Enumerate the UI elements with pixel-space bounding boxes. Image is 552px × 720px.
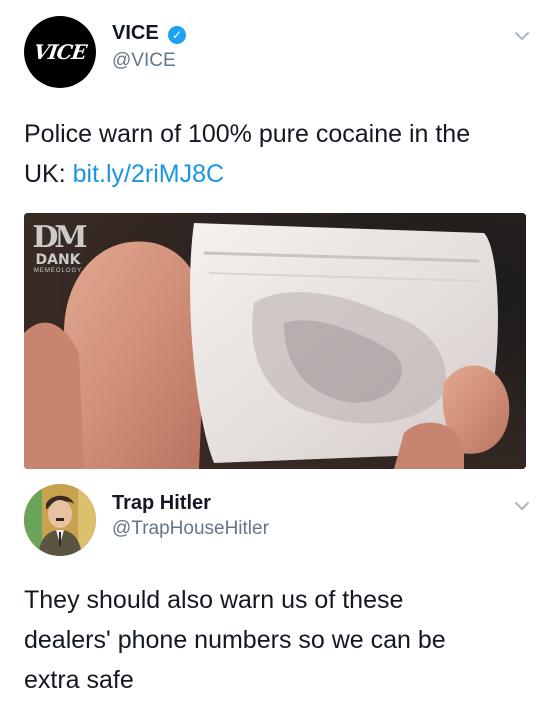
- tweet-text-line-1: Police warn of 100% pure cocaine in the: [24, 120, 471, 148]
- user-handle[interactable]: @VICE: [112, 50, 176, 72]
- tweet-trap-hitler: Trap Hitler @TrapHouseHitler They should…: [0, 476, 552, 720]
- tweet-link[interactable]: bit.ly/2riMJ8C: [73, 160, 224, 188]
- tweet-vice: VICE VICE ✓ @VICE Police warn of 100% pu…: [0, 0, 552, 476]
- avatar[interactable]: VICE: [24, 16, 96, 88]
- user-handle[interactable]: @TrapHouseHitler: [112, 518, 269, 540]
- dank-memeology-watermark: DM DANK MEMEOLOGY: [32, 220, 87, 275]
- tweet-text-prefix: UK:: [24, 160, 73, 188]
- chevron-down-icon[interactable]: [512, 496, 532, 516]
- verified-badge-icon: ✓: [168, 26, 186, 44]
- display-name[interactable]: Trap Hitler: [112, 492, 211, 515]
- avatar[interactable]: [24, 484, 96, 556]
- avatar-illustration: [24, 484, 96, 556]
- tweet-text-line-1: They should also warn us of these: [24, 586, 404, 614]
- chevron-down-icon[interactable]: [512, 26, 532, 46]
- tweet-media-image[interactable]: DM DANK MEMEOLOGY: [24, 213, 526, 469]
- tweet-text-line-2: UK: bit.ly/2riMJ8C: [24, 154, 224, 194]
- display-name[interactable]: VICE: [112, 22, 159, 45]
- tweet-text-line-2: dealers' phone numbers so we can be: [24, 626, 446, 654]
- vice-logo: VICE: [32, 40, 88, 64]
- tweet-text-line-3: extra safe: [24, 666, 134, 694]
- photo-hand-holding-bag: [24, 213, 526, 469]
